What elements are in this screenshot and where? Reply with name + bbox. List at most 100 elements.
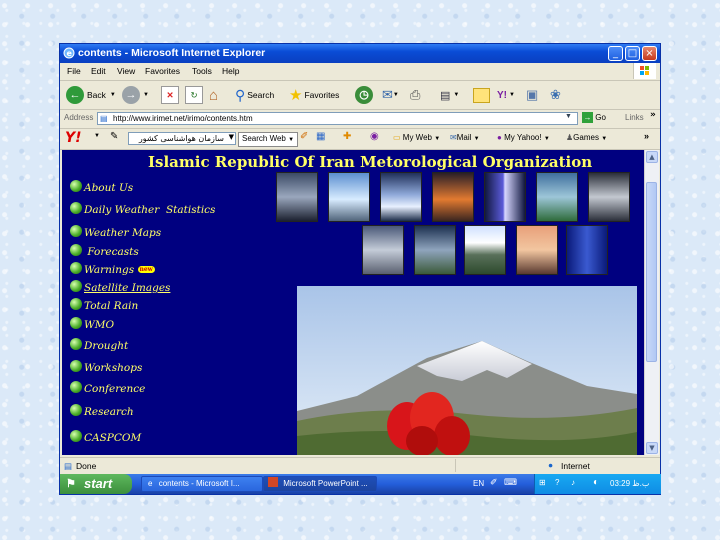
mail-icon: ✉	[382, 87, 393, 102]
chevron-right-icon[interactable]: »	[644, 131, 649, 141]
nav-drought[interactable]: Drought	[70, 338, 128, 352]
history-button[interactable]: ◷	[355, 84, 376, 106]
menu-tools[interactable]: Tools	[192, 66, 212, 76]
photo-lenticular-cloud[interactable]	[380, 172, 422, 222]
photo-lightning-field[interactable]	[536, 172, 578, 222]
minimize-button[interactable]: _	[608, 46, 623, 61]
vertical-scrollbar[interactable]: ▲ ▼	[644, 150, 659, 455]
home-button[interactable]: ⌂	[209, 84, 218, 106]
tray-messenger-icon[interactable]: ◐	[593, 477, 599, 488]
nav-label: Forecasts	[87, 246, 139, 258]
nav-conference[interactable]: Conference	[70, 381, 145, 395]
scroll-thumb[interactable]	[646, 182, 657, 362]
tray-pen-icon[interactable]: ✐	[490, 478, 498, 488]
search-button[interactable]: ⚲ Search	[235, 84, 274, 106]
tray-keyboard-icon[interactable]: ⌨	[504, 478, 517, 488]
photo-rainbow[interactable]	[516, 225, 558, 275]
my-web-button[interactable]: ▭ My Web ▼	[393, 133, 440, 142]
tray-network-icon[interactable]: ⊞	[539, 478, 546, 487]
nav-wmo[interactable]: WMO	[70, 317, 114, 331]
language-indicator[interactable]: EN	[473, 479, 484, 488]
photo-sunset-storm[interactable]	[432, 172, 474, 222]
address-dropdown-icon[interactable]: ▼	[565, 113, 572, 120]
title-bar[interactable]: e contents - Microsoft Internet Explorer…	[60, 44, 660, 63]
photo-lightning[interactable]	[484, 172, 526, 222]
refresh-button[interactable]: ↻	[185, 84, 203, 106]
nav-daily-weather-statistics[interactable]: Daily Weather Statistics	[70, 202, 215, 216]
yahoo-logo-icon[interactable]: Y!	[65, 130, 82, 146]
address-input[interactable]: ▤ http://www.irimet.net/irimo/contents.h…	[97, 112, 578, 125]
research-button[interactable]: ▣	[526, 84, 538, 106]
internet-globe-icon: ●	[548, 460, 554, 470]
close-button[interactable]: ×	[642, 46, 657, 61]
nav-warnings[interactable]: Warnings new	[70, 262, 155, 276]
maximize-button[interactable]: □	[625, 46, 640, 61]
pencil-icon[interactable]: ✎	[110, 131, 118, 142]
scroll-up-icon[interactable]: ▲	[646, 151, 658, 163]
yahoo-circle-icon[interactable]: ◉	[370, 131, 379, 142]
address-url: http://www.irimet.net/irimo/contents.htm	[113, 114, 253, 123]
nav-research[interactable]: Research	[70, 404, 134, 418]
nav-workshops[interactable]: Workshops	[70, 360, 142, 374]
my-yahoo-link[interactable]: ● My Yahoo! ▼	[497, 133, 550, 142]
nav-satellite-images[interactable]: Satellite Images	[70, 280, 170, 294]
links-button[interactable]: Links	[625, 113, 644, 122]
menu-file[interactable]: File	[67, 66, 81, 76]
start-button[interactable]: ⚑ start	[60, 474, 132, 494]
yahoo-menu-dropdown[interactable]: ▼	[94, 133, 100, 139]
back-button[interactable]: ← Back ▼	[66, 84, 116, 106]
highlight-icon[interactable]: ✐	[300, 131, 308, 142]
edit-button[interactable]: ▤ ▼	[440, 84, 459, 106]
scroll-down-icon[interactable]: ▼	[646, 442, 658, 454]
menu-edit[interactable]: Edit	[91, 66, 106, 76]
task-powerpoint[interactable]: Microsoft PowerPoint ...	[263, 476, 377, 492]
photo-peak[interactable]	[464, 225, 506, 275]
chevron-right-icon[interactable]: »	[650, 110, 656, 120]
globe-icon	[70, 404, 82, 416]
photo-blue-lightning[interactable]	[566, 225, 608, 275]
favorites-button[interactable]: ★ Favorites	[289, 84, 339, 106]
stop-button[interactable]: ✕	[161, 84, 179, 106]
menu-favorites[interactable]: Favorites	[145, 66, 180, 76]
menu-view[interactable]: View	[117, 66, 135, 76]
photo-dark-cloud[interactable]	[588, 172, 630, 222]
yahoo-search-input[interactable]: سازمان هواشناسی کشور ▼	[128, 132, 236, 145]
msn-icon: ❀	[550, 87, 561, 102]
nav-weather-maps[interactable]: Weather Maps	[70, 225, 161, 239]
photo-rain-shower[interactable]	[414, 225, 456, 275]
task-label: Microsoft PowerPoint ...	[283, 479, 368, 488]
task-ie[interactable]: e contents - Microsoft I...	[141, 476, 263, 492]
discuss-button[interactable]	[473, 84, 490, 106]
nav-total-rain[interactable]: Total Rain	[70, 298, 138, 312]
yahoo-search-value: سازمان هواشناسی کشور	[138, 134, 224, 143]
tray-speaker-icon[interactable]: ♪	[571, 478, 575, 487]
go-button[interactable]: → Go	[582, 112, 606, 123]
print-button[interactable]: ⎙	[410, 84, 420, 106]
nav-about-us[interactable]: About Us	[70, 180, 133, 194]
search-web-button[interactable]: Search Web ▼	[238, 132, 299, 147]
mail-link[interactable]: ✉Mail ▼	[450, 133, 480, 142]
photo-cumulus[interactable]	[362, 225, 404, 275]
taskbar: ⚑ start e contents - Microsoft I... Micr…	[60, 474, 661, 494]
task-label: contents - Microsoft I...	[158, 479, 240, 488]
nav-label: Research	[84, 406, 134, 418]
home-icon: ⌂	[209, 86, 219, 104]
popup-blocker-icon[interactable]: ✚	[343, 131, 351, 142]
anti-spy-icon[interactable]: ▦	[316, 131, 325, 142]
msn-button[interactable]: ❀	[550, 84, 561, 106]
mail-label: Mail	[456, 133, 472, 142]
page-done-icon: ▤	[64, 461, 73, 471]
messenger-button[interactable]: Y! ▼	[497, 84, 515, 106]
folder-icon: ▭	[393, 133, 401, 142]
mail-button[interactable]: ✉ ▼	[382, 84, 399, 106]
forward-button[interactable]: → ▼	[122, 84, 149, 106]
windows-logo-icon	[633, 63, 656, 79]
photo-storm-cloud[interactable]	[276, 172, 318, 222]
tray-help-icon[interactable]: ?	[555, 478, 559, 487]
photo-mountain-snow[interactable]	[328, 172, 370, 222]
menu-help[interactable]: Help	[222, 66, 239, 76]
games-link[interactable]: ♟Games ▼	[566, 133, 607, 142]
nav-caspcom[interactable]: CASPCOM	[70, 430, 141, 444]
status-bar: ▤ Done ● Internet	[60, 457, 660, 474]
nav-forecasts[interactable]: Forecasts	[70, 244, 139, 258]
